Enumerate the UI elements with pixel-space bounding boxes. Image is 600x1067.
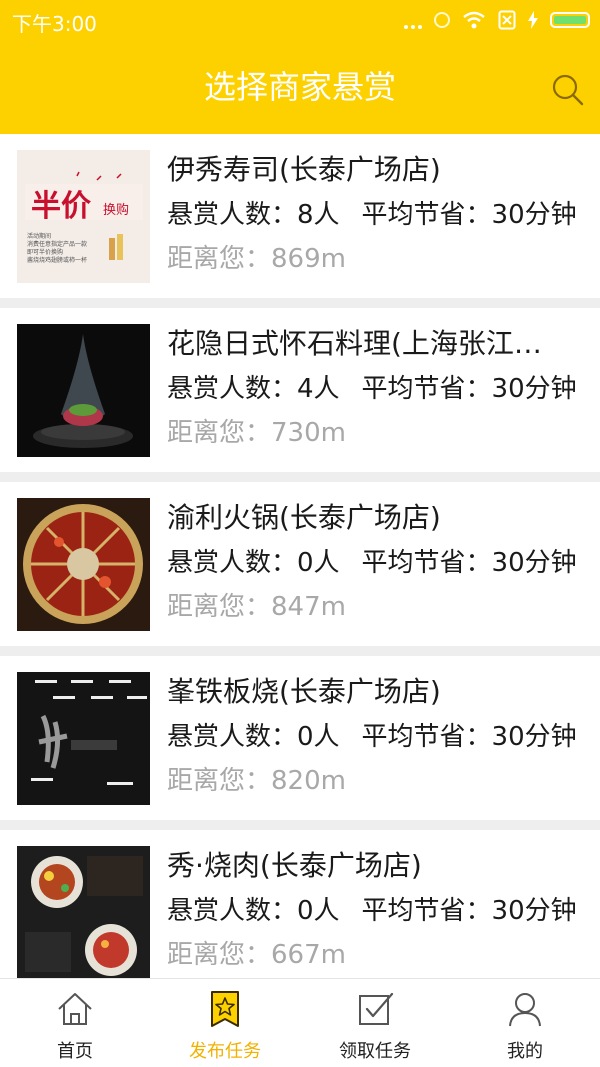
reward-count: 悬赏人数：0人 [167, 722, 340, 752]
merchant-stats: 悬赏人数：4人 平均节省：30分钟 [167, 368, 577, 405]
user-icon [509, 993, 541, 1027]
tab-publish-task[interactable]: 发布任务 [150, 979, 300, 1067]
status-icons [404, 10, 590, 30]
header: 选择商家悬赏 [0, 42, 600, 134]
avg-saving: 平均节省：30分钟 [361, 722, 577, 752]
tab-label: 首页 [57, 1041, 93, 1062]
tab-label: 我的 [507, 1041, 543, 1062]
merchant-card[interactable]: 花隐日式怀石料理(上海张江… 悬赏人数：4人 平均节省：30分钟 距离您：730m [0, 308, 600, 472]
wifi-icon [463, 11, 485, 29]
bbq-food-photo-image [17, 846, 150, 978]
promo-poster-image: 半价 换购 活动期间 消费任意指定产品一款 即可半价换购 酱烧烧鸡翅膀或柿一杯 [17, 150, 150, 283]
home-icon [58, 993, 92, 1025]
search-icon[interactable] [550, 72, 586, 108]
page-title: 选择商家悬赏 [203, 68, 396, 106]
alarm-icon [434, 12, 450, 28]
merchant-name: 渝利火锅(长泰广场店) [167, 501, 441, 534]
tab-profile[interactable]: 我的 [450, 979, 600, 1067]
svg-text:消费任意指定产品一款: 消费任意指定产品一款 [27, 240, 87, 248]
merchant-thumbnail: 半价 换购 活动期间 消费任意指定产品一款 即可半价换购 酱烧烧鸡翅膀或柿一杯 [17, 150, 150, 283]
merchant-thumbnail [17, 846, 150, 978]
svg-text:半价: 半价 [31, 189, 91, 224]
tab-claim-task[interactable]: 领取任务 [300, 979, 450, 1067]
merchant-card[interactable]: 秀·烧肉(长泰广场店) 悬赏人数：0人 平均节省：30分钟 距离您：667m [0, 830, 600, 978]
hotpot-photo-image [17, 498, 150, 631]
signal-dots-icon [404, 11, 422, 29]
avg-saving: 平均节省：30分钟 [361, 548, 577, 578]
avg-saving: 平均节省：30分钟 [361, 374, 577, 404]
merchant-distance: 距离您：820m [167, 766, 346, 796]
merchant-distance: 距离您：730m [167, 418, 346, 448]
merchant-card[interactable]: 半价 换购 活动期间 消费任意指定产品一款 即可半价换购 酱烧烧鸡翅膀或柿一杯 … [0, 134, 600, 298]
merchant-thumbnail [17, 672, 150, 805]
merchant-stats: 悬赏人数：0人 平均节省：30分钟 [167, 890, 577, 927]
bottom-tab-bar: 首页 发布任务 领取任务 我的 [0, 978, 600, 1067]
reward-count: 悬赏人数：4人 [167, 374, 340, 404]
merchant-thumbnail [17, 498, 150, 631]
tab-label: 领取任务 [339, 1041, 411, 1062]
dish-photo-image [17, 324, 150, 457]
avg-saving: 平均节省：30分钟 [361, 896, 577, 926]
reward-count: 悬赏人数：8人 [167, 200, 340, 230]
checkbox-icon [359, 992, 394, 1025]
reward-count: 悬赏人数：0人 [167, 896, 340, 926]
svg-text:换购: 换购 [103, 202, 129, 218]
merchant-card[interactable]: 渝利火锅(长泰广场店) 悬赏人数：0人 平均节省：30分钟 距离您：847m [0, 482, 600, 646]
charging-icon [528, 11, 538, 29]
merchant-name: 峯铁板烧(长泰广场店) [167, 675, 441, 708]
merchant-card[interactable]: 峯铁板烧(长泰广场店) 悬赏人数：0人 平均节省：30分钟 距离您：820m [0, 656, 600, 820]
svg-text:即可半价换购: 即可半价换购 [27, 248, 63, 256]
battery-icon [550, 12, 590, 28]
merchant-stats: 悬赏人数：0人 平均节省：30分钟 [167, 716, 577, 753]
merchant-stats: 悬赏人数：0人 平均节省：30分钟 [167, 542, 577, 579]
merchant-name: 花隐日式怀石料理(上海张江… [167, 327, 542, 360]
status-bar: 下午3:00 [0, 0, 600, 42]
merchant-distance: 距离您：847m [167, 592, 346, 622]
avg-saving: 平均节省：30分钟 [361, 200, 577, 230]
merchant-stats: 悬赏人数：8人 平均节省：30分钟 [167, 194, 577, 231]
svg-text:酱烧烧鸡翅膀或柿一杯: 酱烧烧鸡翅膀或柿一杯 [27, 256, 87, 264]
restaurant-interior-image [17, 672, 150, 805]
merchant-distance: 距离您：869m [167, 244, 346, 274]
status-time: 下午3:00 [12, 12, 97, 36]
svg-text:活动期间: 活动期间 [27, 232, 51, 240]
merchant-name: 伊秀寿司(长泰广场店) [167, 153, 441, 186]
tab-label: 发布任务 [189, 1041, 261, 1062]
sim-off-icon [498, 10, 516, 30]
bookmark-star-icon [211, 991, 239, 1027]
reward-count: 悬赏人数：0人 [167, 548, 340, 578]
tab-home[interactable]: 首页 [0, 979, 150, 1067]
merchant-name: 秀·烧肉(长泰广场店) [167, 849, 422, 882]
merchant-thumbnail [17, 324, 150, 457]
merchant-distance: 距离您：667m [167, 940, 346, 970]
